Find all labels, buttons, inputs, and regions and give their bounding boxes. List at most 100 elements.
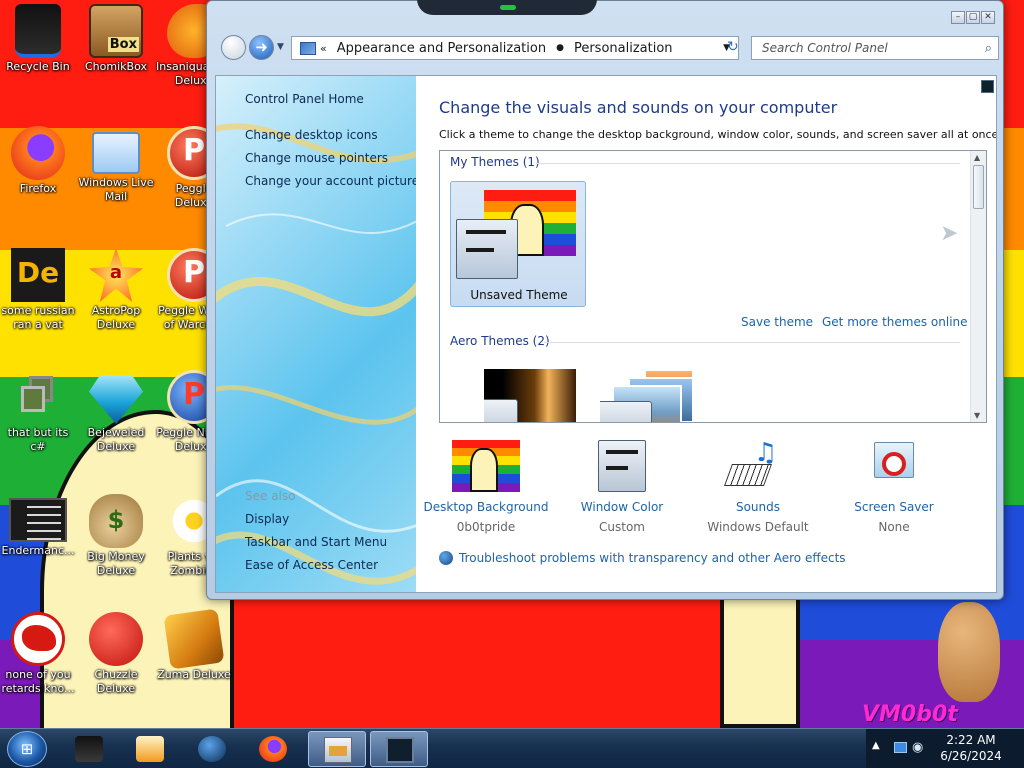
save-theme-link[interactable]: Save theme <box>741 315 813 329</box>
desktop-background-title[interactable]: Desktop Background <box>416 500 556 514</box>
show-hidden-icons-button[interactable]: ▲ <box>872 740 880 751</box>
desktop-icon-bejeweled[interactable]: Bejeweled Deluxe <box>78 370 154 454</box>
desktop-icon-recycle-bin[interactable]: Recycle Bin <box>0 4 76 74</box>
icon-bar <box>606 466 628 470</box>
theme-aero-1[interactable] <box>484 369 576 422</box>
screen-saver-option[interactable]: Screen Saver None <box>824 440 964 534</box>
back-button[interactable] <box>221 35 246 60</box>
copy-icon <box>11 370 65 424</box>
breadcrumb-appearance[interactable]: Appearance and Personalization <box>337 41 546 56</box>
change-account-picture-link[interactable]: Change your account picture <box>245 174 416 188</box>
window-top-glass-ornament <box>417 0 597 15</box>
gem-icon <box>89 375 143 424</box>
desktop-icon-chomikbox[interactable]: Box ChomikBox <box>78 4 154 74</box>
screen-saver-title[interactable]: Screen Saver <box>824 500 964 514</box>
desktop-icon-windows-live-mail[interactable]: Windows Live Mail <box>78 126 154 204</box>
arrow-right-icon: ➜ <box>255 38 268 56</box>
de-icon: De <box>11 248 65 302</box>
search-icon[interactable]: ⌕ <box>985 41 992 56</box>
taskbar: ⊞ ▲ ◉ 2:22 AM 6/26/2024 <box>0 728 1024 768</box>
my-themes-divider <box>536 163 960 164</box>
help-icon[interactable] <box>981 80 994 93</box>
desktop-icon-firefox[interactable]: Firefox <box>0 126 76 196</box>
ease-of-access-link[interactable]: Ease of Access Center <box>245 558 378 572</box>
terminal-icon <box>9 498 67 542</box>
desktop-icon-de[interactable]: De some russian ran a vat <box>0 248 76 332</box>
preview-bar <box>466 230 506 234</box>
taskbar-recycle[interactable] <box>60 731 118 767</box>
get-more-themes-link[interactable]: Get more themes online <box>822 315 968 329</box>
minimize-button[interactable]: – <box>951 11 965 24</box>
theme-unsaved[interactable]: Unsaved Theme <box>450 181 586 307</box>
money-bag-icon: $ <box>89 494 143 548</box>
my-themes-header: My Themes (1) <box>450 155 540 169</box>
desktop-icon-zuma[interactable]: Zuma Deluxe <box>156 608 232 682</box>
refresh-icon[interactable]: ↻ <box>727 39 739 55</box>
taskbar-media-player[interactable] <box>121 731 179 767</box>
taskbar-firefox[interactable] <box>244 731 302 767</box>
desktop-background-option[interactable]: Desktop Background 0b0tpride <box>416 440 556 534</box>
desktop-icon-chuzzle[interactable]: Chuzzle Deluxe <box>78 612 154 696</box>
clock-time: 2:22 AM <box>946 733 996 747</box>
change-mouse-pointers-link[interactable]: Change mouse pointers <box>245 151 388 165</box>
breadcrumb-overflow[interactable]: « <box>320 42 327 55</box>
window-color-title[interactable]: Window Color <box>552 500 692 514</box>
aero-themes-divider <box>544 342 960 343</box>
themes-scrollbar[interactable]: ▲ ▼ <box>970 151 986 422</box>
mouse-cursor-icon: ➤ <box>940 221 959 246</box>
forward-button[interactable]: ➜ <box>249 35 274 60</box>
no-symbol-icon <box>882 452 906 476</box>
display-link[interactable]: Display <box>245 512 289 526</box>
media-player-icon <box>136 736 164 762</box>
clock[interactable]: 2:22 AM 6/26/2024 <box>926 732 1016 764</box>
maximize-button[interactable]: ▢ <box>966 11 980 24</box>
preview-bar <box>466 248 494 252</box>
desktop-icon-big-money[interactable]: $ Big Money Deluxe <box>78 494 154 578</box>
taskbar-monitor[interactable] <box>370 731 428 767</box>
search-input[interactable]: Search Control Panel ⌕ <box>751 36 999 60</box>
volume-icon[interactable]: ◉ <box>912 740 923 755</box>
zuma-icon <box>163 608 225 670</box>
desktop-icon-astropop[interactable]: a AstroPop Deluxe <box>78 248 154 332</box>
dragon-icon <box>11 612 65 666</box>
desktop-icon-endermanch[interactable]: Endermanc... <box>0 494 76 558</box>
recent-pages-dropdown[interactable]: ▼ <box>277 42 284 52</box>
address-bar[interactable]: « Appearance and Personalization ● Perso… <box>291 36 739 60</box>
watermark-logo: VM0b0t <box>862 702 958 727</box>
scroll-down-icon[interactable]: ▼ <box>974 411 980 420</box>
desktop-icon-none-of-you[interactable]: none of you retards kno... <box>0 612 76 696</box>
firefox-icon <box>11 126 65 180</box>
ornament-light <box>500 5 516 10</box>
clock-date: 6/26/2024 <box>940 749 1002 763</box>
mail-icon <box>92 132 140 174</box>
thumb-stripe <box>484 190 576 201</box>
taskbar-start-menu-link[interactable]: Taskbar and Start Menu <box>245 535 387 549</box>
chuzzle-icon <box>89 612 143 666</box>
control-panel-icon-inner <box>329 746 347 756</box>
network-icon[interactable] <box>894 742 907 753</box>
sounds-option[interactable]: ♫ Sounds Windows Default <box>688 438 828 534</box>
sounds-value: Windows Default <box>707 520 809 534</box>
firefox-icon <box>259 736 287 762</box>
chomikbox-icon: Box <box>89 4 143 58</box>
page-title: Change the visuals and sounds on your co… <box>439 98 838 117</box>
troubleshoot-link[interactable]: Troubleshoot problems with transparency … <box>439 551 846 565</box>
breadcrumb-separator-icon[interactable]: ● <box>556 43 564 53</box>
scroll-thumb[interactable] <box>973 165 984 209</box>
window-color-option[interactable]: Window Color Custom <box>552 440 692 534</box>
scroll-up-icon[interactable]: ▲ <box>974 153 980 162</box>
start-button[interactable]: ⊞ <box>7 731 47 767</box>
taskbar-control-panel[interactable] <box>308 731 366 767</box>
sounds-title[interactable]: Sounds <box>688 500 828 514</box>
breadcrumb-personalization[interactable]: Personalization <box>574 41 673 56</box>
change-desktop-icons-link[interactable]: Change desktop icons <box>245 128 378 142</box>
control-panel-icon <box>324 737 352 763</box>
personalization-window: – ▢ ✕ ➜ ▼ « Appearance and Personalizati… <box>206 0 1004 600</box>
desktop-icon-that-but-its-c[interactable]: that but its c# <box>0 370 76 454</box>
taskbar-media-center[interactable] <box>183 731 241 767</box>
window-controls: – ▢ ✕ <box>951 11 995 24</box>
control-panel-home-link[interactable]: Control Panel Home <box>245 92 364 106</box>
close-button[interactable]: ✕ <box>981 11 995 24</box>
page-subtitle: Click a theme to change the desktop back… <box>439 128 997 141</box>
theme-aero-2[interactable] <box>600 369 692 422</box>
